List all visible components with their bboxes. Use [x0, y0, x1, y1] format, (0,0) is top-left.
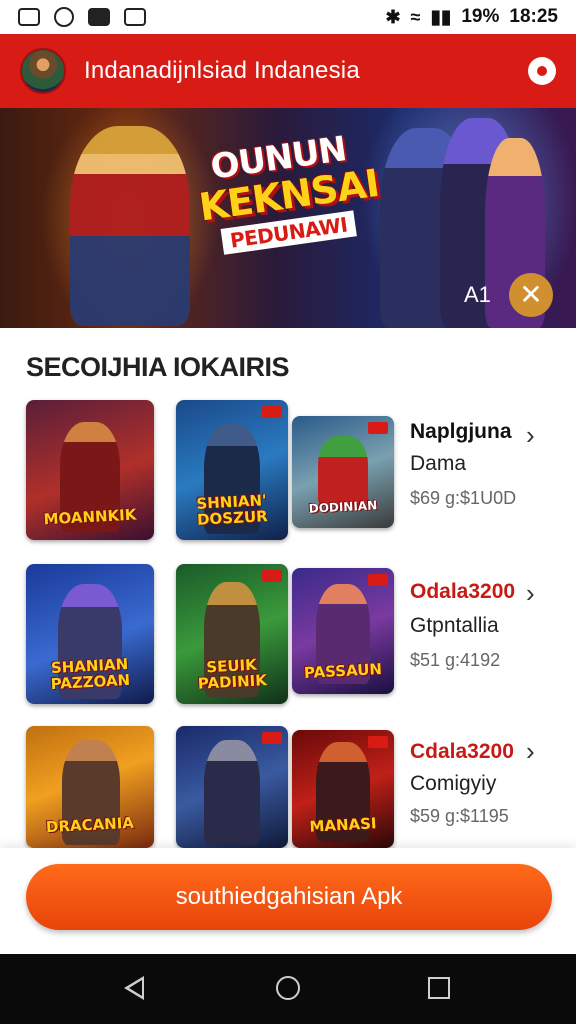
game-tile[interactable]: PASSAUN [292, 568, 394, 694]
wifi-icon: ≈ [410, 6, 421, 27]
screenshot-icon [124, 8, 146, 26]
game-tile[interactable]: SHNIAN' DOSZUR [176, 400, 288, 540]
download-apk-button[interactable]: southiedgahisian Apk [26, 864, 552, 930]
tile-label: MOANNKIK [43, 505, 137, 529]
game-name: Naplgjuna [410, 420, 512, 443]
game-tile[interactable]: SEUIK PADINIK [176, 564, 288, 704]
settings-icon[interactable] [528, 57, 556, 85]
game-name: Cdala3200 [410, 740, 514, 763]
game-category: Dama [410, 452, 467, 475]
game-tile[interactable]: MANASI [292, 730, 394, 848]
tile-label: SEUIK PADINIK [197, 655, 268, 693]
signal-icon: ▮▮ [430, 6, 452, 28]
tile-label: SHANIAN PAZZOAN [50, 654, 131, 693]
game-tile[interactable]: DODINIAN [292, 416, 394, 528]
section-title: SECOIJHIA IOKAIRIS [26, 352, 290, 382]
home-icon[interactable] [276, 976, 300, 1000]
game-category: Comigyiy [410, 772, 497, 795]
settings-icon-dot [537, 66, 547, 76]
tile-badge [262, 732, 282, 744]
tile-badge [368, 736, 388, 748]
game-name: Odala3200 [410, 580, 516, 603]
tile-badge [368, 574, 388, 586]
tile-label: DODINIAN [308, 498, 378, 517]
tile-label: SHNIAN' DOSZUR [195, 490, 269, 529]
tile-label: PASSAUN [303, 660, 383, 683]
game-tile[interactable]: DRACANIA [26, 726, 154, 848]
notification-icons [18, 7, 146, 27]
avatar-icon[interactable] [20, 48, 66, 94]
banner-counter: A1 [464, 282, 491, 307]
game-price: $59 g:$1195 [410, 806, 509, 826]
camera-icon [88, 8, 110, 26]
game-price: $69 g:$1U0D [410, 488, 517, 508]
tile-label: DRACANIA [45, 813, 135, 837]
tile-label: MANASI [308, 814, 377, 836]
clock: 18:25 [509, 6, 558, 27]
close-icon[interactable]: ✕ [509, 273, 553, 317]
timer-icon [54, 7, 74, 27]
chevron-right-icon[interactable]: › [526, 578, 535, 609]
status-bar: ✱ ≈ ▮▮ 19% 18:25 [0, 0, 576, 34]
app-screen: ✱ ≈ ▮▮ 19% 18:25 Indanadijnlsiad Indanes… [0, 0, 576, 1024]
back-icon[interactable] [124, 976, 144, 1000]
battery-level: 19% [461, 6, 500, 27]
gallery-icon [18, 8, 40, 26]
tile-badge [262, 570, 282, 582]
recents-icon[interactable] [428, 977, 450, 999]
game-category: Gtpntallia [410, 614, 499, 637]
game-tile[interactable]: SHANIAN PAZZOAN [26, 564, 154, 704]
system-indicators: ✱ ≈ ▮▮ 19% 18:25 [385, 6, 558, 29]
game-tile[interactable] [176, 726, 288, 848]
tile-character [204, 740, 260, 845]
chevron-right-icon[interactable]: › [526, 420, 535, 451]
tile-badge [262, 406, 282, 418]
bluetooth-icon: ✱ [385, 6, 401, 27]
tile-badge [368, 422, 388, 434]
chevron-right-icon[interactable]: › [526, 736, 535, 767]
tile-character [318, 436, 368, 506]
game-tile[interactable]: MOANNKIK [26, 400, 154, 540]
app-bar: Indanadijnlsiad Indanesia [0, 34, 576, 108]
app-title: Indanadijnlsiad Indanesia [84, 57, 360, 84]
warrior-hero-image [70, 126, 190, 326]
banner-title: OUNUN KEKNSAI PEDUNAWI [191, 127, 381, 258]
game-price: $51 g:4192 [410, 650, 501, 670]
